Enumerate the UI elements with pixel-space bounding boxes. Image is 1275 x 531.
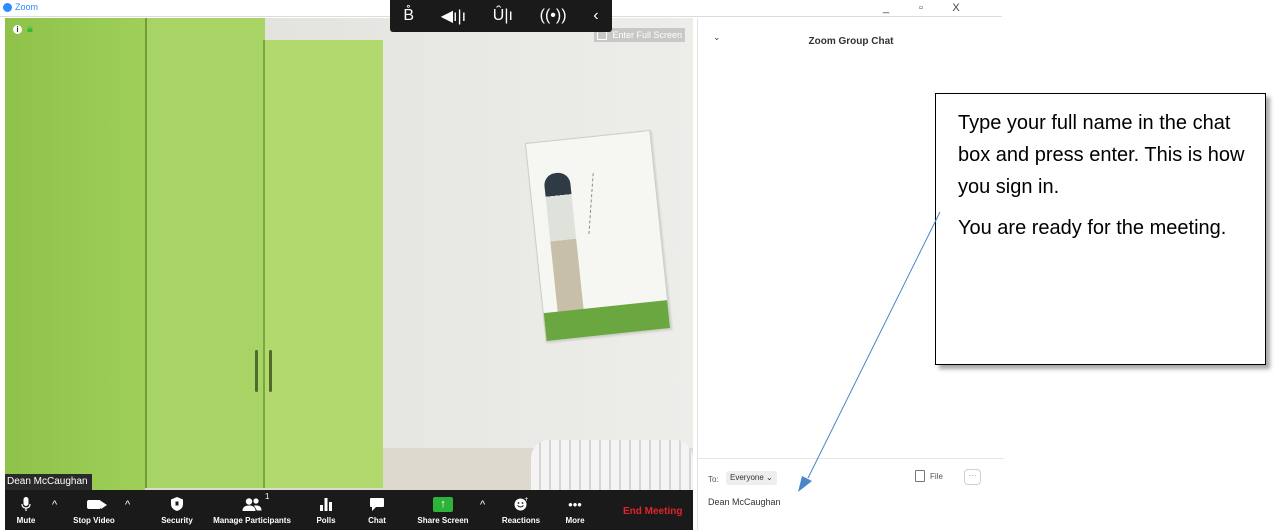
app-title-text: Zoom [15,2,39,12]
share-screen-button[interactable]: ↑ Share Screen [415,490,471,530]
callout-ready-text: You are ready for the meeting. [958,217,1227,239]
instruction-callout: Type your full name in the chat box and … [935,93,1266,365]
green-cabinet-right [263,40,383,488]
share-options-caret-icon[interactable]: ^ [480,499,485,511]
minimize-button[interactable]: _ [870,0,902,16]
polls-icon [320,495,332,513]
reactions-button[interactable]: + Reactions [496,490,546,530]
callout-instruction-text: Type your full name in the chat box and … [958,112,1245,198]
app-title: Zoom [3,2,38,12]
chat-recipient-dropdown[interactable]: Everyone ⌄ [726,471,777,485]
mute-label: Mute [16,516,36,525]
shield-icon [171,495,183,513]
end-meeting-button[interactable]: End Meeting [623,506,682,517]
poster-person-image [543,171,585,324]
share-screen-label: Share Screen [417,516,469,525]
transcript-icon[interactable]: B̊ [403,7,414,25]
audio-options-caret-icon[interactable]: ^ [52,499,57,511]
chat-title: Zoom Group Chat [808,36,894,47]
more-label: More [565,516,585,525]
chat-icon [370,495,384,513]
restore-button[interactable]: ▫ [905,0,937,16]
mic-icon[interactable]: Ȗ|ı [493,7,513,25]
participant-count: 1 [265,492,270,501]
chat-to-label: To: [708,475,719,484]
cabinet-handle [269,350,272,392]
reactions-icon: + [514,495,528,513]
cabinet-handle [255,350,258,392]
zoom-logo-icon [3,2,12,12]
chat-footer: To: Everyone ⌄ File ··· [698,458,1004,531]
mic-icon [21,495,31,513]
security-button[interactable]: Security [155,490,199,530]
polls-button[interactable]: Polls [311,490,341,530]
chat-label: Chat [368,516,386,525]
chat-button[interactable]: Chat [362,490,392,530]
broadcast-icon[interactable]: ((•)) [540,7,567,25]
stop-video-label: Stop Video [73,516,115,525]
close-button[interactable]: X [940,0,972,16]
fullscreen-label: Enter Full Screen [612,30,682,40]
file-button[interactable]: File [915,470,943,482]
lock-icon[interactable]: 🔒︎ [27,23,37,35]
svg-text:+: + [524,497,528,503]
video-camera-icon [87,495,107,513]
file-label: File [930,471,943,481]
polls-label: Polls [316,516,336,525]
green-cabinet-middle [145,18,265,488]
participant-name-tag: Dean McCaughan [5,474,92,490]
video-options-caret-icon[interactable]: ^ [125,499,130,511]
stop-video-button[interactable]: Stop Video [67,490,121,530]
manage-participants-button[interactable]: 1 Manage Participants [207,490,297,530]
mute-button[interactable]: Mute [9,490,43,530]
video-view[interactable]: i 🔒︎ Enter Full Screen Dean McCaughan [5,18,693,490]
file-icon [915,470,925,482]
info-icon[interactable]: i [13,25,22,34]
speaker-icon[interactable]: ◀ı|ı [441,6,466,26]
meeting-toolbar: Mute ^ Stop Video ^ Security 1 Manage Pa… [5,490,693,530]
share-screen-icon: ↑ [433,495,453,513]
chat-more-button[interactable]: ··· [964,469,981,485]
security-label: Security [161,516,193,525]
participants-icon [242,495,262,513]
manage-participants-label: Manage Participants [213,516,291,525]
poster-handwriting [588,167,646,234]
floating-audio-toolbar: B̊ ◀ı|ı Ȗ|ı ((•)) ‹ [390,0,612,32]
chevron-left-icon[interactable]: ‹ [593,7,598,25]
reactions-label: Reactions [501,516,541,525]
wall-poster [524,129,672,343]
green-cabinet-left [5,18,145,490]
chat-header: ⌄ Zoom Group Chat [698,18,1004,58]
chair [531,440,693,490]
chat-message-input[interactable] [708,495,988,509]
ellipsis-icon: ••• [568,496,582,512]
more-button[interactable]: ••• More [560,490,590,530]
